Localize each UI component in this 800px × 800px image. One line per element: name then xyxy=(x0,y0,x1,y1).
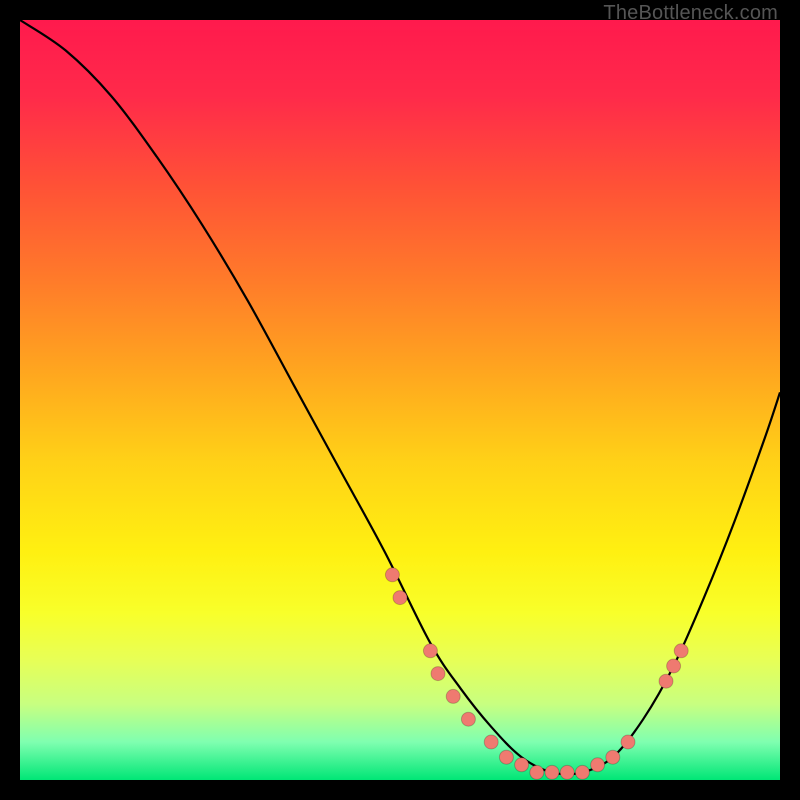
plot-area xyxy=(20,20,780,780)
chart-frame: TheBottleneck.com xyxy=(0,0,800,800)
data-point-p5 xyxy=(446,689,460,703)
data-point-p11 xyxy=(545,765,559,779)
data-point-p10 xyxy=(530,765,544,779)
curve-layer xyxy=(20,20,780,780)
data-point-p15 xyxy=(606,750,620,764)
data-points xyxy=(385,568,688,780)
data-point-p9 xyxy=(515,758,529,772)
data-point-p18 xyxy=(667,659,681,673)
data-point-p14 xyxy=(591,758,605,772)
data-point-p13 xyxy=(575,765,589,779)
data-point-p12 xyxy=(560,765,574,779)
data-point-p17 xyxy=(659,674,673,688)
data-point-p8 xyxy=(499,750,513,764)
data-point-p19 xyxy=(674,644,688,658)
data-point-p7 xyxy=(484,735,498,749)
data-point-p16 xyxy=(621,735,635,749)
bottleneck-curve xyxy=(20,20,780,774)
data-point-p6 xyxy=(461,712,475,726)
data-point-p2 xyxy=(393,591,407,605)
data-point-p4 xyxy=(431,667,445,681)
data-point-p3 xyxy=(423,644,437,658)
data-point-p1 xyxy=(385,568,399,582)
